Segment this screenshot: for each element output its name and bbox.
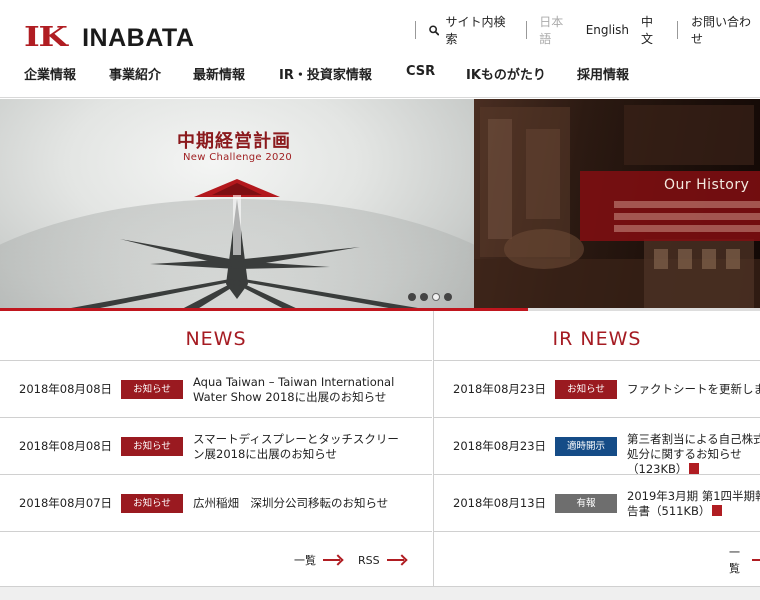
utility-nav: サイト内検索 日本語 English 中文 お問い合わせ — [415, 15, 760, 46]
carousel-dots — [408, 293, 452, 301]
news-title[interactable]: スマートディスプレーとタッチスクリーン展2018に出展のお知らせ — [193, 432, 408, 462]
ir-news-title[interactable]: 2019年3月期 第1四半期報告書（511KB） — [627, 489, 760, 519]
nav-item-company[interactable]: 企業情報 — [24, 64, 76, 83]
nav-item-business[interactable]: 事業紹介 — [109, 64, 161, 83]
ir-news-more-links: 一覧 — [729, 546, 760, 575]
ir-news-date: 2018年08月23日 — [453, 439, 547, 453]
nav-item-ik-story[interactable]: IKものがたり — [466, 64, 546, 83]
arrow-right-icon[interactable] — [752, 555, 760, 565]
news-section: NEWS 2018年08月08日 お知らせ Aqua Taiwan – Taiw… — [0, 311, 432, 586]
footer-band — [0, 586, 760, 600]
divider — [526, 21, 528, 39]
pdf-icon — [689, 463, 700, 474]
news-heading: NEWS — [0, 311, 432, 361]
hero-slide-history[interactable]: Our History — [474, 99, 760, 310]
site-search-link[interactable]: サイト内検索 — [429, 13, 514, 47]
carousel-dot[interactable] — [444, 293, 452, 301]
ir-news-title[interactable]: ファクトシートを更新しま — [627, 382, 760, 397]
news-date: 2018年08月08日 — [19, 439, 113, 453]
ir-news-badge: 適時開示 — [555, 437, 617, 456]
news-title[interactable]: 広州稲畑 深圳分公司移転のお知らせ — [193, 496, 408, 511]
lang-japanese[interactable]: 日本語 — [539, 13, 574, 47]
global-nav: 企業情報 事業紹介 最新情報 IR・投資家情報 CSR IKものがたり 採用情報 — [0, 64, 760, 83]
hero-carousel: 中期経営計画 New Challenge 2020 Our History — [0, 99, 760, 310]
ir-news-title-text: 2019年3月期 第1四半期報告書（511KB） — [627, 489, 760, 518]
carousel-dot[interactable] — [420, 293, 428, 301]
divider — [415, 21, 416, 39]
news-more-links: 一覧 RSS — [294, 551, 407, 569]
hero-main-title: 中期経営計画 — [177, 131, 291, 152]
nav-item-ir[interactable]: IR・投資家情報 — [279, 64, 372, 83]
nav-item-latest[interactable]: 最新情報 — [193, 64, 245, 83]
ir-news-row[interactable]: 2018年08月23日 お知らせ ファクトシートを更新しま — [434, 361, 760, 418]
ir-news-row[interactable]: 2018年08月13日 有報 2019年3月期 第1四半期報告書（511KB） — [434, 475, 760, 532]
news-badge: お知らせ — [121, 380, 183, 399]
ir-news-badge: 有報 — [555, 494, 617, 513]
ir-news-date: 2018年08月13日 — [453, 496, 547, 510]
news-row[interactable]: 2018年08月08日 お知らせ スマートディスプレーとタッチスクリーン展201… — [0, 418, 432, 475]
nav-item-recruit[interactable]: 採用情報 — [577, 64, 629, 83]
lang-chinese[interactable]: 中文 — [641, 13, 664, 47]
logo-mark: IK — [24, 22, 68, 53]
ir-news-date: 2018年08月23日 — [453, 382, 547, 396]
news-date: 2018年08月07日 — [19, 496, 113, 510]
ir-news-heading: IR NEWS — [434, 311, 760, 361]
nav-item-csr[interactable]: CSR — [406, 64, 435, 79]
hero-main-subtitle: New Challenge 2020 — [183, 152, 293, 163]
ir-news-section: IR NEWS 2018年08月23日 お知らせ ファクトシートを更新しま 20… — [433, 311, 760, 586]
hero-slide-plan[interactable]: 中期経営計画 New Challenge 2020 — [0, 99, 474, 310]
site-header: IK INABATA サイト内検索 日本語 English 中文 お問い合わせ … — [0, 0, 760, 98]
logo[interactable]: IK INABATA — [24, 22, 195, 53]
news-badge: お知らせ — [121, 437, 183, 456]
search-icon — [429, 24, 440, 36]
rss-link[interactable]: RSS — [358, 554, 380, 567]
history-title: Our History — [664, 177, 750, 193]
search-label: サイト内検索 — [445, 15, 506, 46]
contact-link[interactable]: お問い合わせ — [691, 13, 760, 47]
caption-line — [614, 201, 760, 208]
ir-news-row[interactable]: 2018年08月23日 適時開示 第三者割当による自己株式処分に関するお知らせ（… — [434, 418, 760, 477]
news-row[interactable]: 2018年08月07日 お知らせ 広州稲畑 深圳分公司移転のお知らせ — [0, 475, 432, 532]
carousel-dot[interactable] — [408, 293, 416, 301]
news-badge: お知らせ — [121, 494, 183, 513]
history-caption-box: Our History — [580, 171, 760, 241]
ir-news-badge: お知らせ — [555, 380, 617, 399]
caption-line — [614, 225, 760, 232]
news-row[interactable]: 2018年08月08日 お知らせ Aqua Taiwan – Taiwan In… — [0, 361, 432, 418]
ir-news-list-link[interactable]: 一覧 — [729, 544, 745, 576]
ir-news-title[interactable]: 第三者割当による自己株式処分に関するお知らせ（123KB） — [627, 432, 760, 477]
news-list-link[interactable]: 一覧 — [294, 552, 316, 568]
pdf-icon — [712, 505, 723, 516]
carousel-dot-active[interactable] — [432, 293, 440, 301]
divider — [677, 21, 678, 39]
arrow-right-icon[interactable] — [323, 555, 343, 565]
arrow-right-icon[interactable] — [386, 555, 407, 565]
lang-english[interactable]: English — [586, 23, 629, 37]
news-title[interactable]: Aqua Taiwan – Taiwan International Water… — [193, 375, 408, 405]
logo-text: INABATA — [82, 24, 195, 52]
caption-line — [614, 213, 760, 220]
news-date: 2018年08月08日 — [19, 382, 113, 396]
